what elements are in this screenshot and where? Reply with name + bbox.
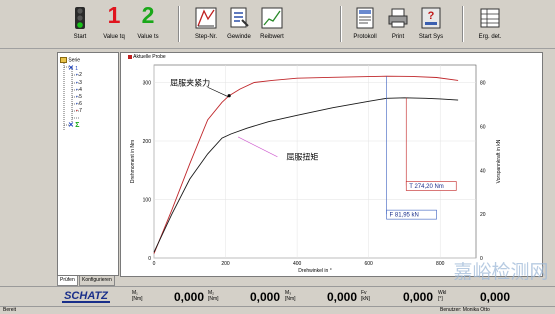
value-ts-digit: 2	[141, 2, 155, 28]
x-tick-label: 0	[153, 261, 156, 267]
reibwert-button[interactable]: Reibwert	[252, 4, 292, 44]
readout-m3-key: M₃ [Nm]	[285, 290, 296, 302]
tab-konfigurieren[interactable]: Konfigurieren	[79, 276, 115, 286]
tree-item-6[interactable]: ▪ 6	[76, 101, 82, 107]
x-tick-label: 800	[436, 261, 445, 267]
value-ts-label: Value ts	[137, 34, 159, 40]
x-tick-label: 400	[293, 261, 302, 267]
printer-icon	[388, 8, 408, 28]
y2-tick-label: 40	[480, 168, 486, 174]
report-icon	[356, 7, 374, 29]
reibwert-label: Reibwert	[260, 34, 284, 40]
y2-axis-label: Vorspannkraft in kN	[496, 139, 502, 183]
tree-item-3[interactable]: ▪ 3	[76, 80, 82, 86]
readout-wkl-key: Wkl [°]	[438, 290, 447, 302]
tree-node-bolt-2[interactable]: ✕ Σ	[68, 121, 79, 129]
x-axis-label: Drehwinkel in °	[298, 268, 331, 274]
readout-m3-value: 0,000	[327, 290, 358, 304]
tree-root[interactable]: Serie	[60, 57, 80, 63]
readout-wkl-value: 0,000	[480, 290, 511, 304]
svg-text:嘉峪检测网: 嘉峪检测网	[453, 261, 548, 283]
erg-det-button[interactable]: Erg. det.	[470, 4, 510, 44]
readout-m1-value: 0,000	[174, 290, 205, 304]
application-window: Start 1 Value tq 2 Value ts Step-Nr. Gew…	[0, 0, 555, 314]
start-sys-label: Start Sys	[418, 34, 444, 40]
readout-fv-value: 0,000	[403, 290, 434, 304]
x-tick-label: 600	[364, 261, 373, 267]
erg-det-label: Erg. det.	[478, 34, 502, 40]
thread-document-icon	[230, 7, 249, 28]
annotation-yield-torque: 屈服扭矩	[286, 152, 318, 162]
chart-svg: 0 200 400 600 8000100200300020406080Drehwink…	[130, 64, 502, 274]
tree-lines	[63, 61, 80, 131]
start-sys-button[interactable]: ? Start Sys	[411, 4, 451, 44]
force-result-text: F 81,95 kN	[390, 212, 419, 218]
value-ts-button[interactable]: 2 Value ts	[128, 2, 168, 44]
y-tick-label: 0	[148, 256, 151, 262]
readout-m2-value: 0,000	[250, 290, 281, 304]
step-graph-icon	[195, 7, 217, 29]
tree-item-5[interactable]: ▪ 5	[76, 94, 82, 100]
y2-tick-label: 20	[480, 212, 486, 218]
test-tree-panel: Serie ✕ 1 ▪ 2 ▪ 3 ▪ 4 ▪ 5 ▪ 6 ▪ 7 ✕ Σ	[57, 52, 119, 276]
friction-chart-icon	[261, 7, 283, 29]
result-table-icon	[480, 8, 500, 28]
y-axis-label: Drehmoment in Nm	[130, 140, 136, 183]
tree-node-bolt[interactable]: ✕ 1	[68, 64, 78, 72]
traffic-light-icon	[75, 7, 85, 29]
bolt-cross-icon: ✕	[68, 122, 74, 129]
sum-icon: Σ	[75, 122, 80, 129]
schatz-logo: SCHATZ	[58, 289, 114, 305]
chart-panel: Aktuelle Probe 0 200 400 600 800 0 100 200 300 0 2…	[120, 52, 543, 277]
x-tick-label: 200	[221, 261, 230, 267]
y-tick-label: 100	[143, 198, 152, 204]
readout-m2-key: M₂ [Nm]	[208, 290, 219, 302]
torque-result-text: T 274,20 Nm	[409, 184, 444, 190]
tree-item-7[interactable]: ▪ 7	[76, 108, 82, 114]
help-question-icon: ?	[421, 7, 441, 29]
tab-pruefen[interactable]: Prüfen	[57, 276, 78, 286]
tree-item-4[interactable]: ▪ 4	[76, 87, 82, 93]
tree-item-2[interactable]: ▪ 2	[76, 72, 82, 78]
readout-fv-key: Fv [kN]	[361, 290, 370, 302]
bolt-cross-icon: ✕	[68, 65, 74, 72]
annotation-yield-clamp: 屈服夹紧力	[170, 77, 210, 87]
y2-tick-label: 60	[480, 124, 486, 130]
folder-icon	[60, 57, 67, 63]
toolbar: Start 1 Value tq 2 Value ts Step-Nr. Gew…	[0, 0, 555, 49]
readout-m1-key: M₁ [Nm]	[132, 290, 143, 302]
svg-text:?: ?	[428, 10, 435, 22]
watermark: 嘉峪检测网	[447, 256, 555, 288]
readout-bar: SCHATZ M₁ [Nm] 0,000 M₂ [Nm] 0,000 M₃ [Nm] …	[0, 286, 555, 307]
svg-text:SCHATZ: SCHATZ	[64, 290, 109, 302]
y-tick-label: 200	[143, 139, 152, 145]
y-tick-label: 300	[143, 81, 152, 87]
y2-tick-label: 80	[480, 81, 486, 87]
